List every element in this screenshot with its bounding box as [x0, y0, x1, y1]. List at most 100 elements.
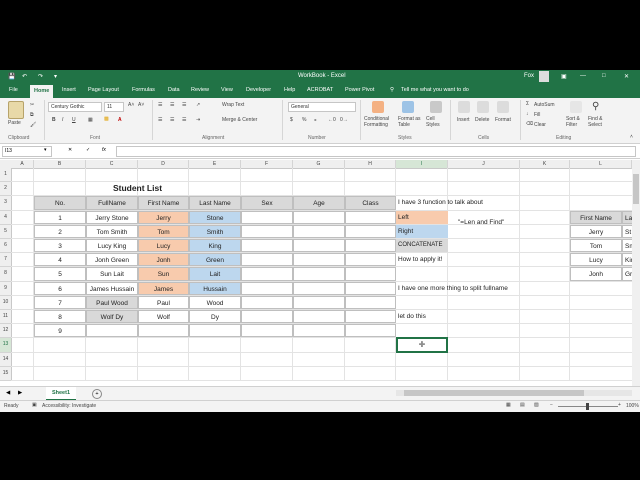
row-header-15[interactable]: 15	[0, 366, 12, 381]
table-cell-empty[interactable]	[241, 281, 293, 295]
table-cell-empty[interactable]	[345, 281, 396, 295]
vertical-scrollbar[interactable]	[632, 160, 640, 386]
table-cell-lastname[interactable]: Green	[189, 253, 241, 267]
header-age[interactable]: Age	[293, 196, 345, 210]
column-header-g[interactable]: G	[293, 160, 345, 169]
sort-filter-button[interactable]: Sort & Filter	[566, 116, 588, 128]
side-cell-firstname[interactable]: Jonh	[570, 267, 622, 281]
table-cell-no[interactable]: 6	[34, 281, 86, 295]
row-header-3[interactable]: 3	[0, 196, 12, 211]
minimize-icon[interactable]: —	[580, 73, 586, 79]
table-cell-empty[interactable]	[345, 210, 396, 224]
active-cell-i13[interactable]: ✛	[396, 337, 448, 353]
row-header-10[interactable]: 10	[0, 295, 12, 310]
header-sex[interactable]: Sex	[241, 196, 293, 210]
table-cell-fullname[interactable]: Paul Wood	[86, 295, 138, 309]
zoom-level[interactable]: 100%	[626, 403, 639, 409]
column-header-a[interactable]: A	[11, 160, 34, 169]
format-as-table-button[interactable]: Format as Table	[398, 116, 424, 128]
table-cell-empty[interactable]	[241, 253, 293, 267]
side-cell-firstname[interactable]: Tom	[570, 239, 622, 253]
table-cell-empty[interactable]	[293, 224, 345, 238]
table-cell-empty[interactable]	[345, 253, 396, 267]
table-cell-lastname[interactable]: Smith	[189, 224, 241, 238]
table-cell-fullname[interactable]: Lucy King	[86, 239, 138, 253]
table-cell-empty[interactable]	[241, 210, 293, 224]
horizontal-scroll-thumb[interactable]	[404, 390, 584, 396]
tell-me-search[interactable]: Tell me what you want to do	[401, 87, 469, 93]
accessibility-status[interactable]: Accessibility: Investigate	[42, 403, 96, 409]
undo-icon[interactable]: ↶	[22, 73, 27, 80]
zoom-out-icon[interactable]: −	[550, 402, 553, 408]
column-header-c[interactable]: C	[86, 160, 138, 169]
table-cell-fullname[interactable]: James Hussain	[86, 281, 138, 295]
table-cell-lastname[interactable]: Wood	[189, 295, 241, 309]
align-right-icon[interactable]: ☰	[182, 117, 186, 123]
table-cell-empty[interactable]	[293, 281, 345, 295]
note-len-find[interactable]: "=Len and Find"	[456, 216, 520, 229]
table-cell-empty[interactable]	[241, 224, 293, 238]
note-concatenate[interactable]: CONCATENATE	[396, 239, 448, 253]
header-class[interactable]: Class	[345, 196, 396, 210]
autosum-button[interactable]: AutoSum	[534, 102, 555, 108]
font-name-select[interactable]: Century Gothic	[48, 102, 102, 112]
table-cell-firstname[interactable]: Lucy	[138, 239, 189, 253]
note-functions[interactable]: I have 3 function to talk about	[396, 196, 520, 209]
tab-developer[interactable]: Developer	[246, 87, 271, 93]
percent-button[interactable]: %	[302, 117, 306, 123]
formula-input[interactable]	[116, 146, 636, 157]
cut-icon[interactable]: ✂	[30, 102, 34, 108]
currency-button[interactable]: $	[290, 117, 293, 123]
tab-file[interactable]: File	[9, 87, 18, 93]
borders-icon[interactable]: ▦	[88, 117, 93, 123]
table-cell-firstname[interactable]: Wolf	[138, 310, 189, 324]
header-firstname[interactable]: First Name	[138, 196, 189, 210]
macro-record-icon[interactable]: ▣	[32, 402, 37, 408]
row-header-9[interactable]: 9	[0, 281, 12, 296]
table-cell-empty[interactable]	[345, 295, 396, 309]
column-header-i[interactable]: I	[396, 160, 448, 169]
table-cell-firstname[interactable]	[138, 324, 189, 338]
ribbon-display-icon[interactable]: ▣	[561, 73, 567, 80]
table-cell-lastname[interactable]: Hussain	[189, 281, 241, 295]
table-cell-empty[interactable]	[345, 267, 396, 281]
indent-icon[interactable]: ⇥	[196, 117, 200, 123]
clear-button[interactable]: Clear	[534, 122, 546, 128]
align-center-icon[interactable]: ☰	[170, 117, 174, 123]
bold-button[interactable]: B	[52, 117, 56, 123]
table-cell-empty[interactable]	[293, 210, 345, 224]
tab-power-pivot[interactable]: Power Pivot	[345, 87, 374, 93]
table-cell-empty[interactable]	[241, 310, 293, 324]
side-header-firstname[interactable]: First Name	[570, 210, 622, 224]
note-how[interactable]: How to apply it!	[396, 253, 520, 266]
table-cell-no[interactable]: 8	[34, 310, 86, 324]
header-fullname[interactable]: FullName	[86, 196, 138, 210]
tab-formulas[interactable]: Formulas	[132, 87, 155, 93]
table-cell-empty[interactable]	[241, 295, 293, 309]
insert-cells-icon[interactable]	[458, 101, 470, 113]
delete-cells-button[interactable]: Delete	[475, 117, 489, 123]
table-cell-firstname[interactable]: James	[138, 281, 189, 295]
font-color-icon[interactable]: A	[118, 117, 122, 123]
table-cell-firstname[interactable]: Tom	[138, 224, 189, 238]
page-layout-view-icon[interactable]: ▤	[520, 402, 525, 408]
row-header-4[interactable]: 4	[0, 210, 12, 225]
tab-data[interactable]: Data	[168, 87, 180, 93]
collapse-ribbon-icon[interactable]: ˄	[630, 134, 633, 140]
table-cell-fullname[interactable]: Sun Lait	[86, 267, 138, 281]
fill-button[interactable]: Fill	[534, 112, 540, 118]
column-header-d[interactable]: D	[138, 160, 189, 169]
table-cell-lastname[interactable]: Dy	[189, 310, 241, 324]
table-cell-empty[interactable]	[241, 324, 293, 338]
zoom-slider-handle[interactable]	[586, 403, 589, 410]
page-break-view-icon[interactable]: ▧	[534, 402, 539, 408]
increase-decimal-icon[interactable]: ←0	[328, 117, 336, 123]
redo-icon[interactable]: ↷	[38, 73, 43, 80]
tab-insert[interactable]: Insert	[62, 87, 76, 93]
side-cell-firstname[interactable]: Jerry	[570, 224, 622, 238]
note-left[interactable]: Left	[396, 210, 448, 224]
conditional-formatting-button[interactable]: Conditional Formatting	[364, 116, 394, 128]
conditional-formatting-icon[interactable]	[372, 101, 384, 113]
name-box-dropdown-icon[interactable]: ▾	[44, 147, 47, 153]
number-format-select[interactable]: General	[288, 102, 356, 112]
